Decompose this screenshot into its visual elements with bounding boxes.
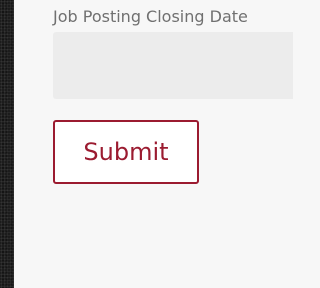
left-background-strip <box>0 0 14 288</box>
submit-button[interactable]: Submit <box>53 120 199 184</box>
job-posting-form: Job Posting Closing Date Submit <box>14 0 293 288</box>
closing-date-label: Job Posting Closing Date <box>53 7 248 26</box>
closing-date-input[interactable] <box>53 32 293 99</box>
